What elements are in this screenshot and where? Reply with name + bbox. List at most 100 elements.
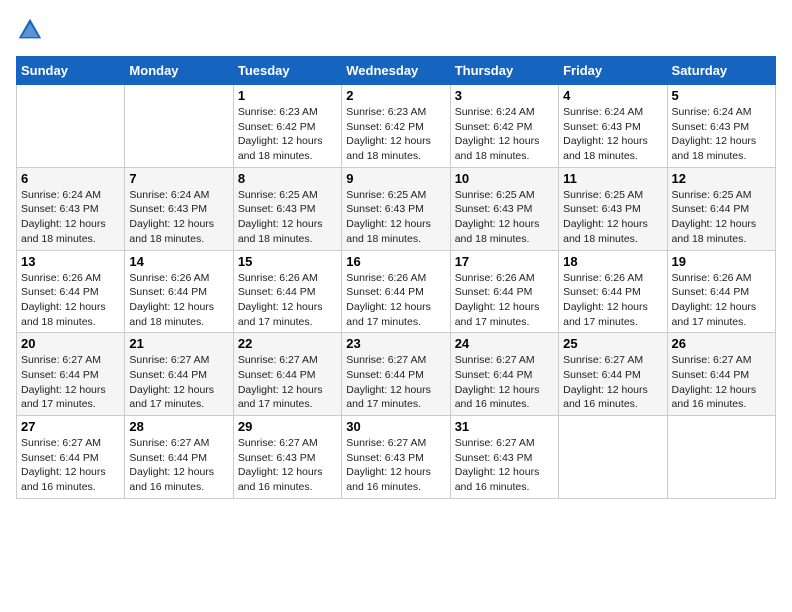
day-number: 14 [129,254,228,269]
calendar-cell: 11 Sunrise: 6:25 AM Sunset: 6:43 PM Dayli… [559,167,667,250]
calendar-cell: 3 Sunrise: 6:24 AM Sunset: 6:42 PM Daylig… [450,85,558,168]
calendar-table: SundayMondayTuesdayWednesdayThursdayFrid… [16,56,776,499]
day-info: Sunrise: 6:23 AM Sunset: 6:42 PM Dayligh… [346,105,445,164]
header-monday: Monday [125,57,233,85]
day-info: Sunrise: 6:27 AM Sunset: 6:44 PM Dayligh… [563,353,662,412]
day-number: 17 [455,254,554,269]
calendar-week-2: 6 Sunrise: 6:24 AM Sunset: 6:43 PM Daylig… [17,167,776,250]
day-info: Sunrise: 6:27 AM Sunset: 6:44 PM Dayligh… [21,436,120,495]
day-number: 7 [129,171,228,186]
calendar-cell: 21 Sunrise: 6:27 AM Sunset: 6:44 PM Dayli… [125,333,233,416]
header-tuesday: Tuesday [233,57,341,85]
day-info: Sunrise: 6:24 AM Sunset: 6:42 PM Dayligh… [455,105,554,164]
logo [16,16,48,44]
day-info: Sunrise: 6:27 AM Sunset: 6:43 PM Dayligh… [455,436,554,495]
day-info: Sunrise: 6:27 AM Sunset: 6:44 PM Dayligh… [346,353,445,412]
day-number: 12 [672,171,771,186]
calendar-cell: 27 Sunrise: 6:27 AM Sunset: 6:44 PM Dayli… [17,416,125,499]
day-info: Sunrise: 6:25 AM Sunset: 6:44 PM Dayligh… [672,188,771,247]
day-info: Sunrise: 6:26 AM Sunset: 6:44 PM Dayligh… [455,271,554,330]
day-info: Sunrise: 6:25 AM Sunset: 6:43 PM Dayligh… [563,188,662,247]
day-info: Sunrise: 6:27 AM Sunset: 6:44 PM Dayligh… [455,353,554,412]
logo-icon [16,16,44,44]
day-number: 30 [346,419,445,434]
calendar-cell: 2Sunrise: 6:23 AM Sunset: 6:42 PM Daylig… [342,85,450,168]
day-info: Sunrise: 6:27 AM Sunset: 6:44 PM Dayligh… [672,353,771,412]
day-number: 29 [238,419,337,434]
day-number: 1 [238,88,337,103]
header-saturday: Saturday [667,57,775,85]
day-number: 18 [563,254,662,269]
day-number: 27 [21,419,120,434]
calendar-cell [559,416,667,499]
header-wednesday: Wednesday [342,57,450,85]
calendar-cell: 15 Sunrise: 6:26 AM Sunset: 6:44 PM Dayli… [233,250,341,333]
calendar-week-4: 20 Sunrise: 6:27 AM Sunset: 6:44 PM Dayli… [17,333,776,416]
day-info: Sunrise: 6:26 AM Sunset: 6:44 PM Dayligh… [238,271,337,330]
day-info: Sunrise: 6:27 AM Sunset: 6:44 PM Dayligh… [21,353,120,412]
day-number: 15 [238,254,337,269]
calendar-cell: 20 Sunrise: 6:27 AM Sunset: 6:44 PM Dayli… [17,333,125,416]
day-info: Sunrise: 6:25 AM Sunset: 6:43 PM Dayligh… [346,188,445,247]
day-number: 19 [672,254,771,269]
day-number: 25 [563,336,662,351]
calendar-cell: 22 Sunrise: 6:27 AM Sunset: 6:44 PM Dayli… [233,333,341,416]
day-number: 24 [455,336,554,351]
calendar-cell: 12 Sunrise: 6:25 AM Sunset: 6:44 PM Dayli… [667,167,775,250]
calendar-cell: 24 Sunrise: 6:27 AM Sunset: 6:44 PM Dayli… [450,333,558,416]
header-thursday: Thursday [450,57,558,85]
calendar-cell [667,416,775,499]
calendar-cell [17,85,125,168]
day-info: Sunrise: 6:23 AM Sunset: 6:42 PM Dayligh… [238,105,337,164]
calendar-week-3: 13 Sunrise: 6:26 AM Sunset: 6:44 PM Dayli… [17,250,776,333]
day-info: Sunrise: 6:27 AM Sunset: 6:44 PM Dayligh… [238,353,337,412]
day-info: Sunrise: 6:26 AM Sunset: 6:44 PM Dayligh… [672,271,771,330]
day-number: 28 [129,419,228,434]
calendar-header-row: SundayMondayTuesdayWednesdayThursdayFrid… [17,57,776,85]
day-info: Sunrise: 6:27 AM Sunset: 6:44 PM Dayligh… [129,436,228,495]
day-number: 8 [238,171,337,186]
calendar-cell: 23Sunrise: 6:27 AM Sunset: 6:44 PM Dayli… [342,333,450,416]
calendar-cell: 13 Sunrise: 6:26 AM Sunset: 6:44 PM Dayli… [17,250,125,333]
day-info: Sunrise: 6:27 AM Sunset: 6:43 PM Dayligh… [238,436,337,495]
calendar-cell: 9Sunrise: 6:25 AM Sunset: 6:43 PM Daylig… [342,167,450,250]
day-number: 16 [346,254,445,269]
calendar-cell: 14Sunrise: 6:26 AM Sunset: 6:44 PM Dayli… [125,250,233,333]
calendar-cell: 30 Sunrise: 6:27 AM Sunset: 6:43 PM Dayli… [342,416,450,499]
day-info: Sunrise: 6:24 AM Sunset: 6:43 PM Dayligh… [672,105,771,164]
day-info: Sunrise: 6:24 AM Sunset: 6:43 PM Dayligh… [563,105,662,164]
day-info: Sunrise: 6:26 AM Sunset: 6:44 PM Dayligh… [346,271,445,330]
calendar-cell: 5 Sunrise: 6:24 AM Sunset: 6:43 PM Daylig… [667,85,775,168]
calendar-cell [125,85,233,168]
calendar-cell: 4Sunrise: 6:24 AM Sunset: 6:43 PM Daylig… [559,85,667,168]
day-number: 26 [672,336,771,351]
calendar-cell: 6 Sunrise: 6:24 AM Sunset: 6:43 PM Daylig… [17,167,125,250]
day-number: 3 [455,88,554,103]
calendar-cell: 31 Sunrise: 6:27 AM Sunset: 6:43 PM Dayli… [450,416,558,499]
calendar-cell: 26 Sunrise: 6:27 AM Sunset: 6:44 PM Dayli… [667,333,775,416]
day-number: 5 [672,88,771,103]
day-info: Sunrise: 6:25 AM Sunset: 6:43 PM Dayligh… [455,188,554,247]
calendar-cell: 19 Sunrise: 6:26 AM Sunset: 6:44 PM Dayli… [667,250,775,333]
calendar-cell: 1 Sunrise: 6:23 AM Sunset: 6:42 PM Daylig… [233,85,341,168]
day-info: Sunrise: 6:25 AM Sunset: 6:43 PM Dayligh… [238,188,337,247]
header-friday: Friday [559,57,667,85]
page-header [16,16,776,44]
day-number: 10 [455,171,554,186]
day-number: 11 [563,171,662,186]
day-info: Sunrise: 6:27 AM Sunset: 6:44 PM Dayligh… [129,353,228,412]
day-number: 6 [21,171,120,186]
calendar-cell: 29 Sunrise: 6:27 AM Sunset: 6:43 PM Dayli… [233,416,341,499]
day-info: Sunrise: 6:27 AM Sunset: 6:43 PM Dayligh… [346,436,445,495]
day-info: Sunrise: 6:26 AM Sunset: 6:44 PM Dayligh… [21,271,120,330]
day-number: 20 [21,336,120,351]
calendar-week-1: 1 Sunrise: 6:23 AM Sunset: 6:42 PM Daylig… [17,85,776,168]
day-number: 21 [129,336,228,351]
header-sunday: Sunday [17,57,125,85]
day-number: 31 [455,419,554,434]
calendar-cell: 18Sunrise: 6:26 AM Sunset: 6:44 PM Dayli… [559,250,667,333]
calendar-cell: 8 Sunrise: 6:25 AM Sunset: 6:43 PM Daylig… [233,167,341,250]
day-number: 22 [238,336,337,351]
day-info: Sunrise: 6:24 AM Sunset: 6:43 PM Dayligh… [21,188,120,247]
day-number: 13 [21,254,120,269]
